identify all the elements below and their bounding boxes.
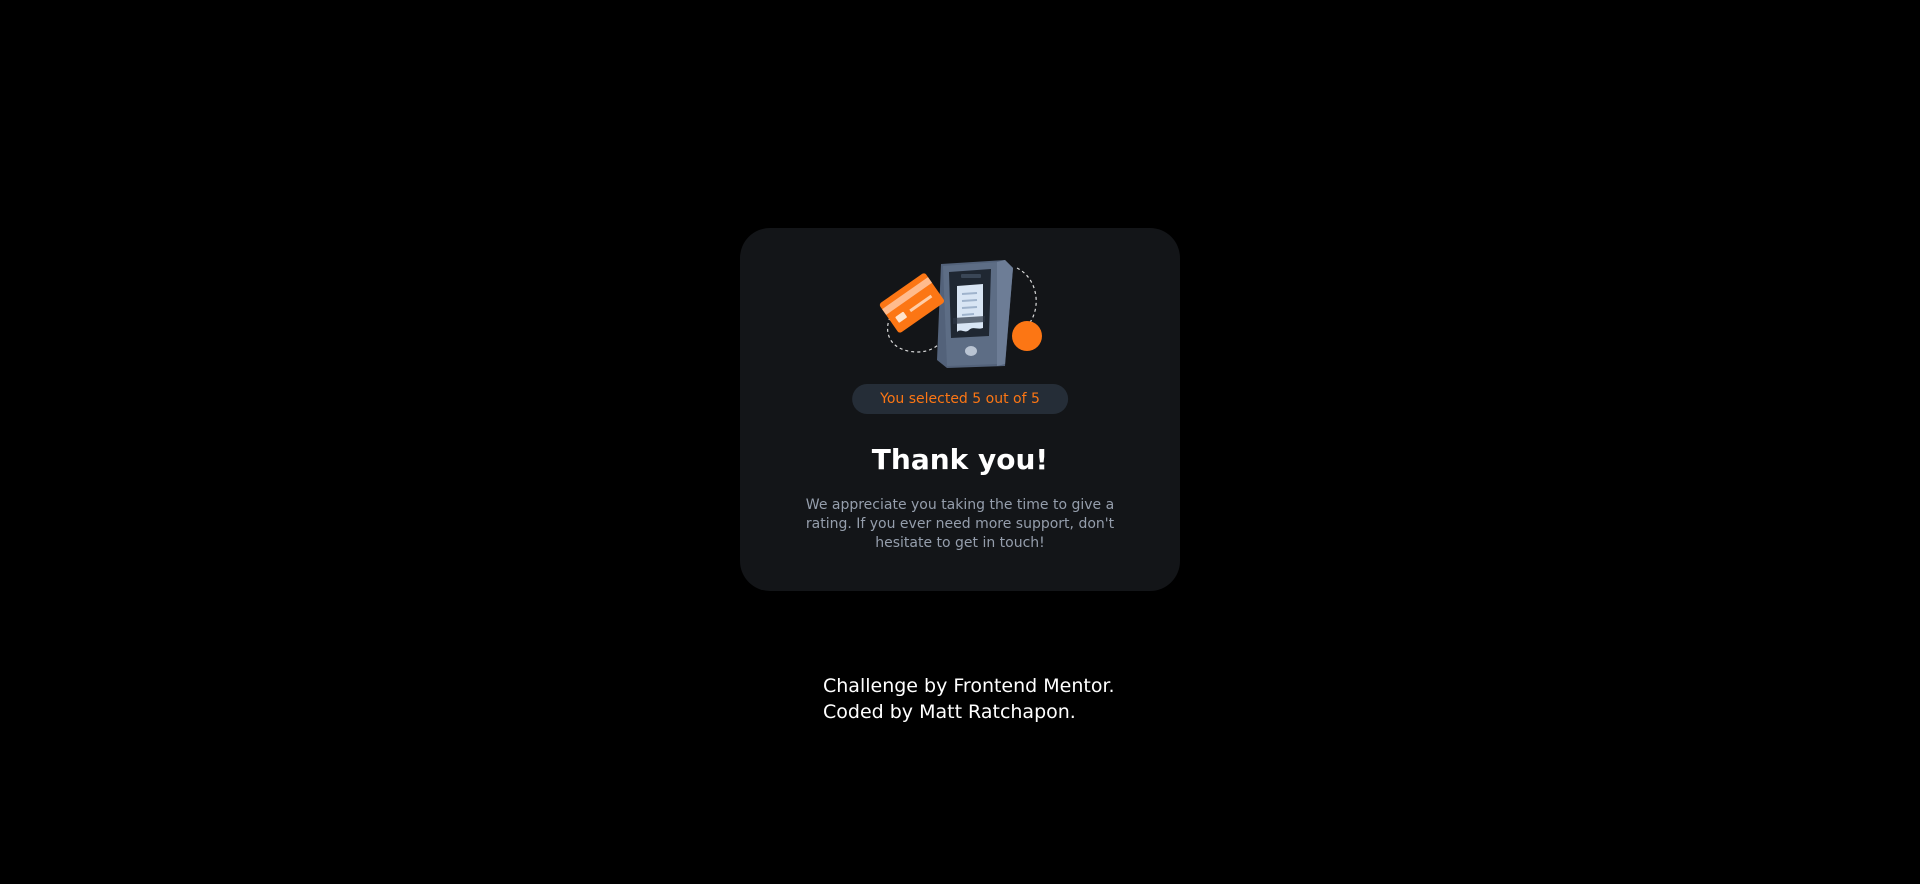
attribution: Challenge by Frontend Mentor. Coded by M… <box>823 673 1115 725</box>
attribution-challenge[interactable]: Challenge by Frontend Mentor. <box>823 673 1115 699</box>
page: You selected 5 out of 5 Thank you! We ap… <box>0 0 1920 884</box>
thank-you-message: We appreciate you taking the time to giv… <box>805 497 1115 551</box>
page-title: Thank you! <box>871 443 1049 476</box>
thank-you-card: You selected 5 out of 5 Thank you! We ap… <box>740 228 1180 591</box>
thank-you-illustration-icon <box>879 260 1042 368</box>
attribution-author[interactable]: Coded by Matt Ratchapon. <box>823 699 1115 725</box>
rating-result-badge: You selected 5 out of 5 <box>852 384 1068 414</box>
